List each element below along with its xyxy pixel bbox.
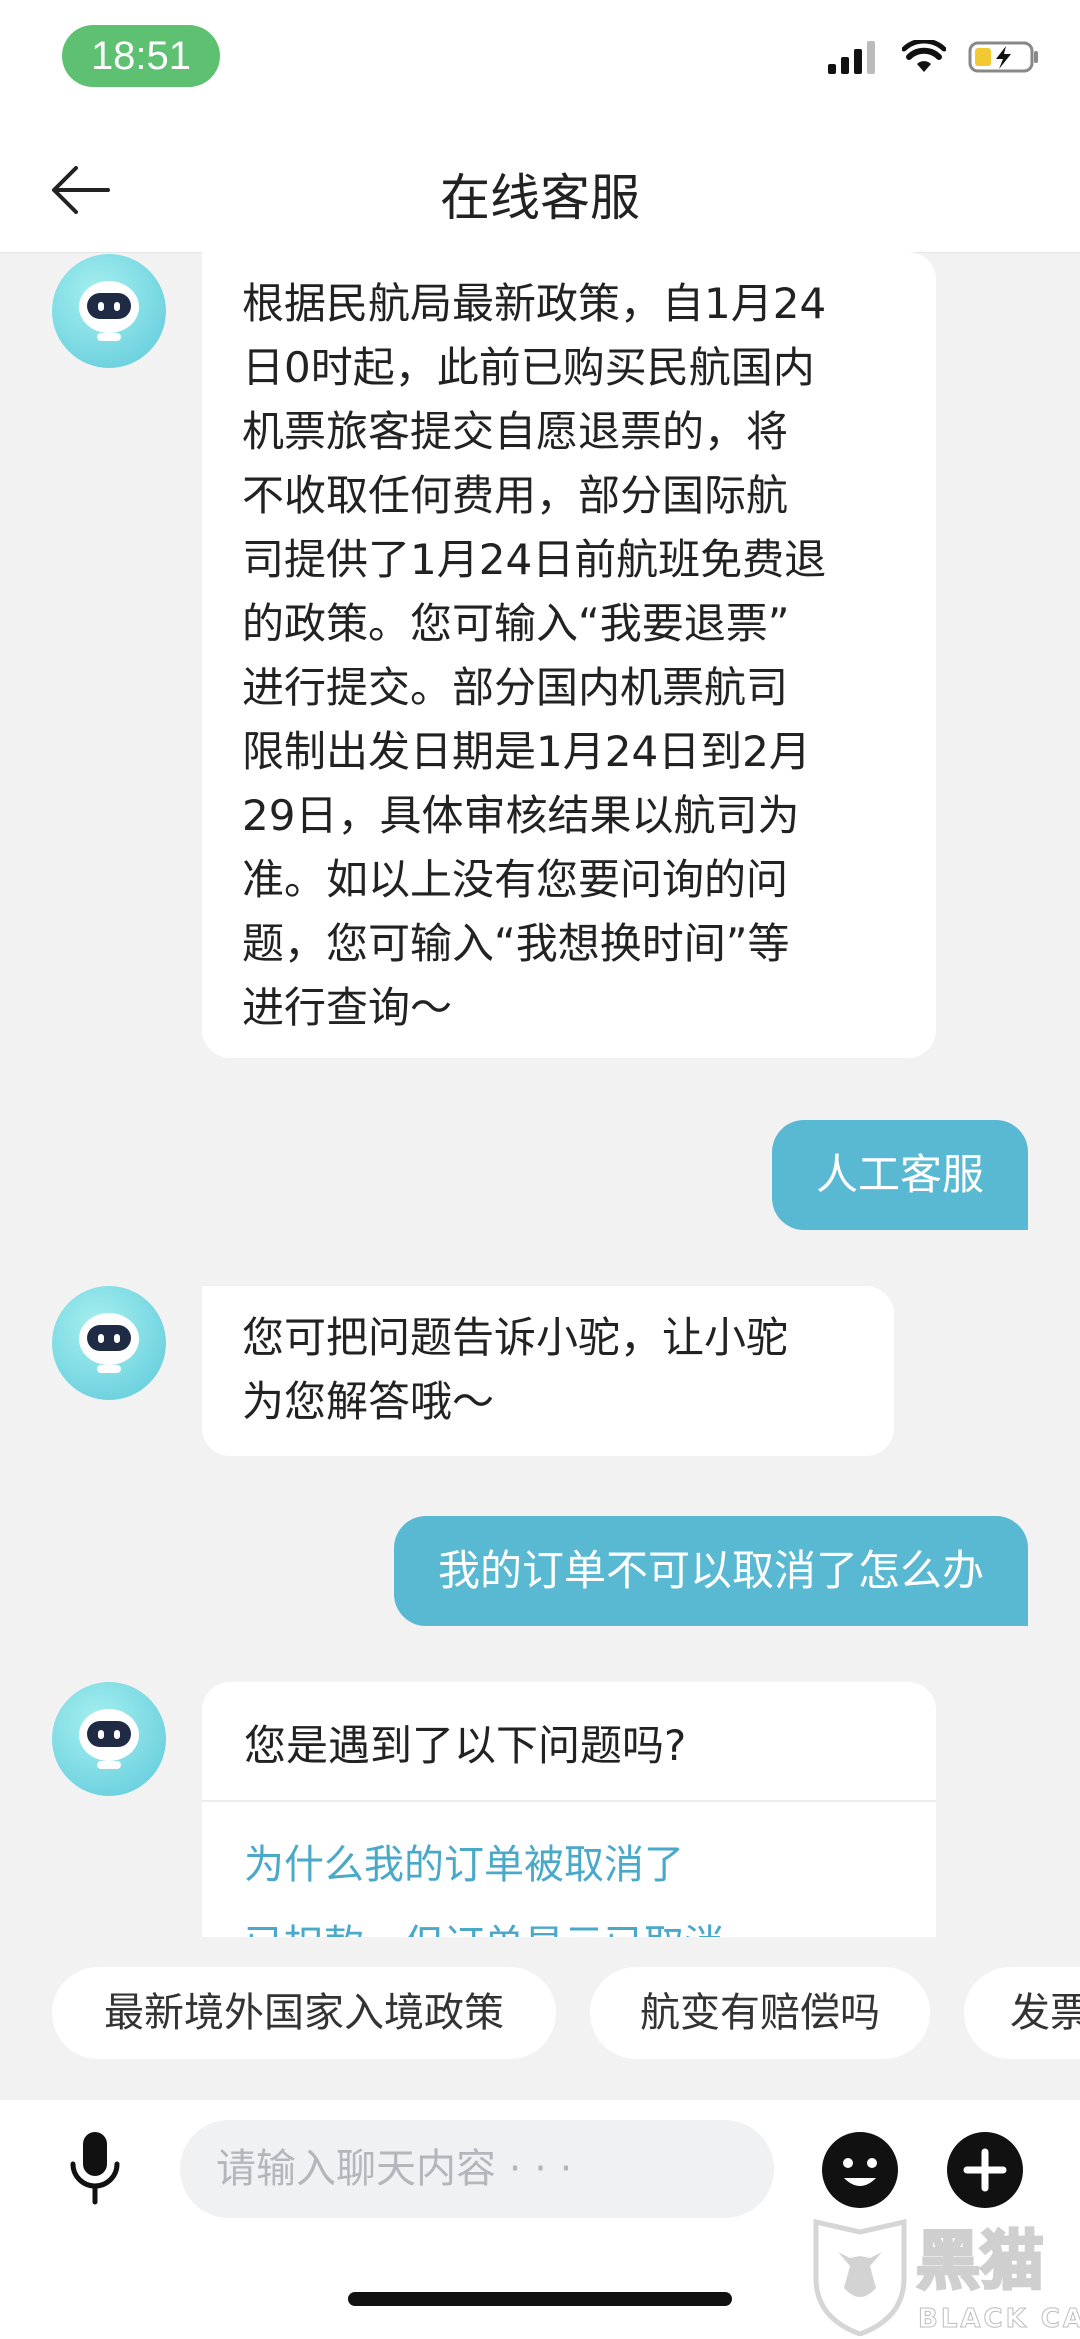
status-time: 18:51 <box>62 25 220 87</box>
message-line: 进行提交。部分国内机票航司 <box>242 663 789 712</box>
message-line: 司提供了1月24日前航班免费退 <box>242 535 827 584</box>
wifi-icon <box>902 40 946 72</box>
watermark-subtext: BLACK CAT <box>918 2304 1080 2335</box>
quick-reply-chip[interactable]: 航变有赔偿吗 <box>590 1967 930 2059</box>
plus-icon[interactable] <box>945 2130 1025 2210</box>
chat-input[interactable]: 请输入聊天内容 · · · <box>180 2120 774 2218</box>
status-bar: 18:51 <box>0 0 1080 120</box>
message-line: 进行查询～ <box>242 983 453 1032</box>
bot-avatar <box>52 254 166 368</box>
faq-card-title: 您是遇到了以下问题吗? <box>244 1721 687 1770</box>
watermark: 黑猫 BLACK CAT <box>810 2218 1080 2339</box>
user-message: 人工客服 <box>771 1120 1028 1230</box>
faq-card: 您是遇到了以下问题吗? 为什么我的订单被取消了 已扣款，但订单显示已取消 <box>202 1682 936 1937</box>
bot-avatar <box>52 1682 166 1796</box>
bot-message: 根据民航局最新政策，自1月24 日0时起，此前已购买民航国内 机票旅客提交自愿退… <box>202 252 936 1058</box>
faq-option[interactable]: 为什么我的订单被取消了 <box>244 1832 684 1890</box>
bot-avatar <box>52 1286 166 1400</box>
page-title: 在线客服 <box>440 169 640 227</box>
robot-avatar-icon <box>79 1709 139 1769</box>
chat-messages[interactable]: 根据民航局最新政策，自1月24 日0时起，此前已购买民航国内 机票旅客提交自愿退… <box>0 252 1080 1937</box>
divider <box>202 1800 936 1802</box>
message-line: 您可把问题告诉小驼，让小驼 <box>242 1313 789 1362</box>
message-line: 29日，具体审核结果以航司为 <box>242 791 800 840</box>
message-line: 机票旅客提交自愿退票的，将 <box>242 407 789 456</box>
watermark-text: 黑猫 <box>915 2224 1046 2301</box>
bot-message: 您可把问题告诉小驼，让小驼 为您解答哦～ <box>202 1286 894 1456</box>
message-line: 根据民航局最新政策，自1月24 <box>242 279 827 328</box>
navigation-header: 在线客服 <box>0 120 1080 253</box>
message-line: 日0时起，此前已购买民航国内 <box>242 343 815 392</box>
message-line: 准。如以上没有您要问询的问 <box>242 855 789 904</box>
message-line: 题，您可输入“我想换时间”等 <box>242 919 790 968</box>
signal-icon <box>828 41 875 74</box>
status-icons <box>828 40 1040 74</box>
message-line: 为您解答哦～ <box>242 1377 495 1426</box>
emoji-icon[interactable] <box>820 2130 900 2210</box>
black-cat-logo-icon <box>813 2218 907 2336</box>
quick-reply-chip[interactable]: 最新境外国家入境政策 <box>52 1967 556 2059</box>
faq-option[interactable]: 已扣款，但订单显示已取消 <box>244 1912 724 1937</box>
robot-avatar-icon <box>79 281 139 341</box>
message-line: 的政策。您可输入“我要退票” <box>242 599 790 648</box>
quick-reply-chip[interactable]: 发票 <box>964 1967 1080 2059</box>
message-line: 限制出发日期是1月24日到2月 <box>242 727 811 776</box>
home-indicator <box>348 2292 732 2306</box>
microphone-icon[interactable] <box>65 2130 125 2210</box>
user-message: 我的订单不可以取消了怎么办 <box>393 1516 1028 1626</box>
battery-icon <box>968 41 1038 73</box>
robot-avatar-icon <box>79 1313 139 1373</box>
quick-replies: 最新境外国家入境政策 航变有赔偿吗 发票 <box>0 1967 1080 2079</box>
message-line: 不收取任何费用，部分国际航 <box>242 471 789 520</box>
